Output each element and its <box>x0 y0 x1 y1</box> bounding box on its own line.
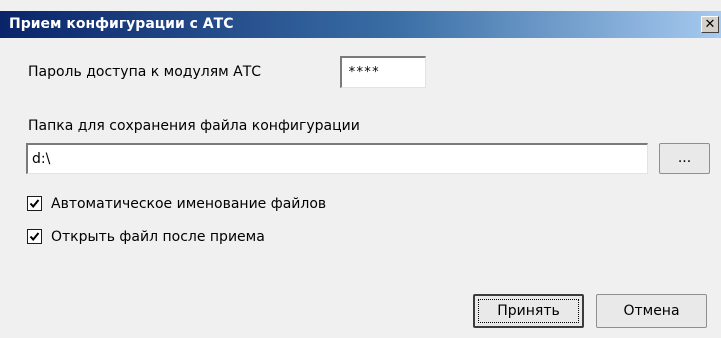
open-after-receive-checkbox[interactable] <box>27 229 42 244</box>
password-input[interactable] <box>340 56 426 88</box>
checkmark-icon <box>29 199 40 209</box>
auto-naming-checkbox[interactable] <box>27 196 42 211</box>
folder-label: Папка для сохранения файла конфигурации <box>28 118 360 134</box>
accept-button[interactable]: Принять <box>473 294 584 328</box>
open-after-receive-label: Открыть файл после приема <box>51 229 265 245</box>
cancel-button[interactable]: Отмена <box>596 294 707 328</box>
dialog-window: Прием конфигурации с АТС ✕ Пароль доступ… <box>0 0 721 338</box>
auto-naming-label: Автоматическое именование файлов <box>51 196 327 212</box>
title-bar[interactable]: Прием конфигурации с АТС ✕ <box>0 11 721 38</box>
window-title: Прием конфигурации с АТС <box>9 16 234 32</box>
close-button[interactable]: ✕ <box>701 16 719 33</box>
folder-path-input[interactable] <box>26 143 648 174</box>
checkmark-icon <box>29 232 40 242</box>
password-label: Пароль доступа к модулям АТС <box>28 64 262 80</box>
browse-button[interactable]: ... <box>659 143 710 174</box>
close-icon: ✕ <box>704 17 716 32</box>
